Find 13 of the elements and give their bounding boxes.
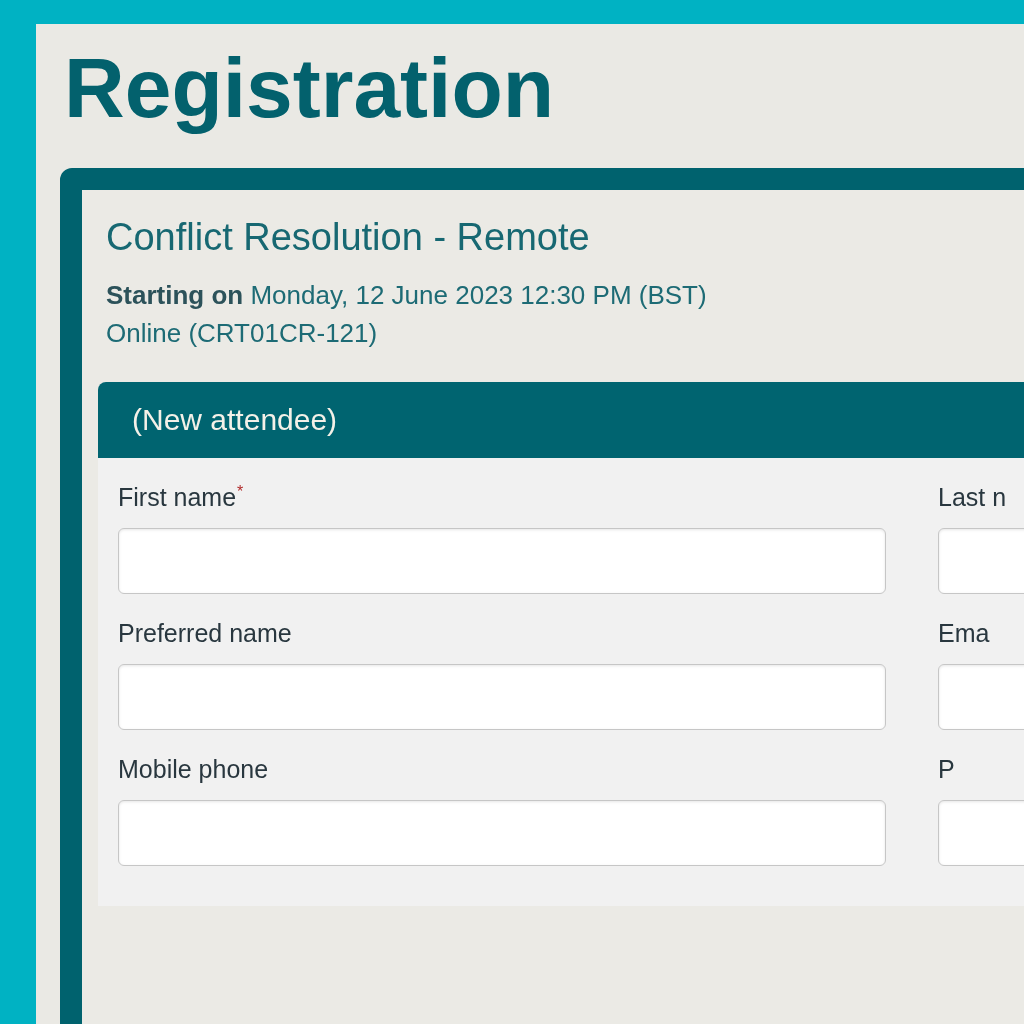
location-text: Online (CRT01CR-121) [106, 317, 378, 350]
field-label: Ema [938, 618, 990, 648]
attendee-header: (New attendee) [98, 382, 1024, 458]
field-label: Preferred name [118, 618, 292, 648]
field-label: P [938, 754, 955, 784]
field-label: First name$^{*}$ [118, 482, 244, 512]
schedule-text: Starting on Monday, 12 June 2023 12:30 PM (BST) [106, 279, 707, 312]
text-field[interactable] [118, 800, 886, 866]
text-field[interactable] [118, 528, 886, 594]
field-label: Mobile phone [118, 754, 269, 784]
course-title: Conflict Resolution - Remote [106, 215, 590, 260]
field-label: Last n [938, 482, 1007, 512]
text-field[interactable] [118, 664, 886, 730]
